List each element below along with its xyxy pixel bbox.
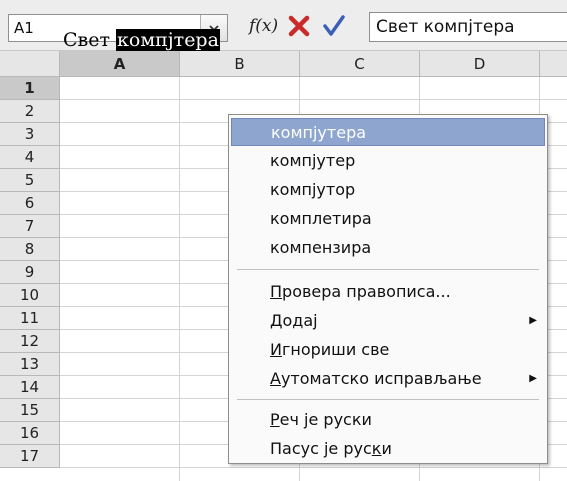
select-all-corner[interactable] — [0, 51, 60, 77]
spellcheck-context-menu: компјутера компјутер компјутор комплетир… — [228, 114, 548, 464]
column-header-d[interactable]: D — [420, 51, 540, 77]
row-header-16[interactable]: 16 — [0, 422, 60, 445]
cancel-icon[interactable] — [287, 14, 311, 38]
accept-check-icon[interactable] — [322, 14, 346, 38]
submenu-arrow-icon: ▶ — [529, 373, 537, 384]
row-header-8[interactable]: 8 — [0, 238, 60, 261]
menu-item-ignore-all[interactable]: Игнориши све — [231, 336, 545, 364]
row-header-12[interactable]: 12 — [0, 330, 60, 353]
row-header-17[interactable]: 17 — [0, 445, 60, 468]
row-header-3[interactable]: 3 — [0, 123, 60, 146]
suggestion-item[interactable]: компјутера — [231, 118, 545, 146]
misspelled-word[interactable]: компјтера — [116, 29, 220, 51]
cell-a1-text: Свет — [63, 29, 117, 51]
row-header-5[interactable]: 5 — [0, 169, 60, 192]
suggestion-item[interactable]: компјутор — [231, 176, 545, 204]
row-header-11[interactable]: 11 — [0, 307, 60, 330]
suggestion-item[interactable]: компензира — [231, 234, 545, 262]
row-header-7[interactable]: 7 — [0, 215, 60, 238]
function-wizard-button[interactable]: f(x) — [249, 16, 278, 36]
column-header-a[interactable]: A — [60, 51, 180, 77]
menu-item-spellcheck[interactable]: Провера правописа... — [231, 278, 545, 306]
menu-item-autocorrect[interactable]: Аутоматско исправљање ▶ — [231, 365, 545, 393]
row-header-2[interactable]: 2 — [0, 100, 60, 123]
menu-item-word-language[interactable]: Реч је руски — [231, 406, 545, 434]
menu-item-add[interactable]: Додај ▶ — [231, 307, 545, 335]
menu-separator — [237, 399, 539, 400]
menu-separator — [237, 269, 539, 270]
column-header-c[interactable]: C — [300, 51, 420, 77]
column-header-b[interactable]: B — [180, 51, 300, 77]
formula-input[interactable]: Свет компјтера — [369, 12, 567, 42]
row-header-4[interactable]: 4 — [0, 146, 60, 169]
row-header-14[interactable]: 14 — [0, 376, 60, 399]
row-header-6[interactable]: 6 — [0, 192, 60, 215]
suggestion-item[interactable]: компјутер — [231, 147, 545, 175]
suggestion-item[interactable]: комплетира — [231, 205, 545, 233]
row-header-1[interactable]: 1 — [0, 77, 60, 100]
submenu-arrow-icon: ▶ — [529, 315, 537, 326]
row-header-9[interactable]: 9 — [0, 261, 60, 284]
menu-item-paragraph-language[interactable]: Пасус је руски — [231, 435, 545, 463]
cell-a1[interactable]: Свет компјтера — [63, 29, 220, 51]
row-header-15[interactable]: 15 — [0, 399, 60, 422]
row-header-13[interactable]: 13 — [0, 353, 60, 376]
formula-input-value: Свет компјтера — [376, 17, 515, 37]
column-header-e[interactable] — [540, 51, 567, 77]
row-header-10[interactable]: 10 — [0, 284, 60, 307]
name-box-value: A1 — [14, 19, 34, 37]
